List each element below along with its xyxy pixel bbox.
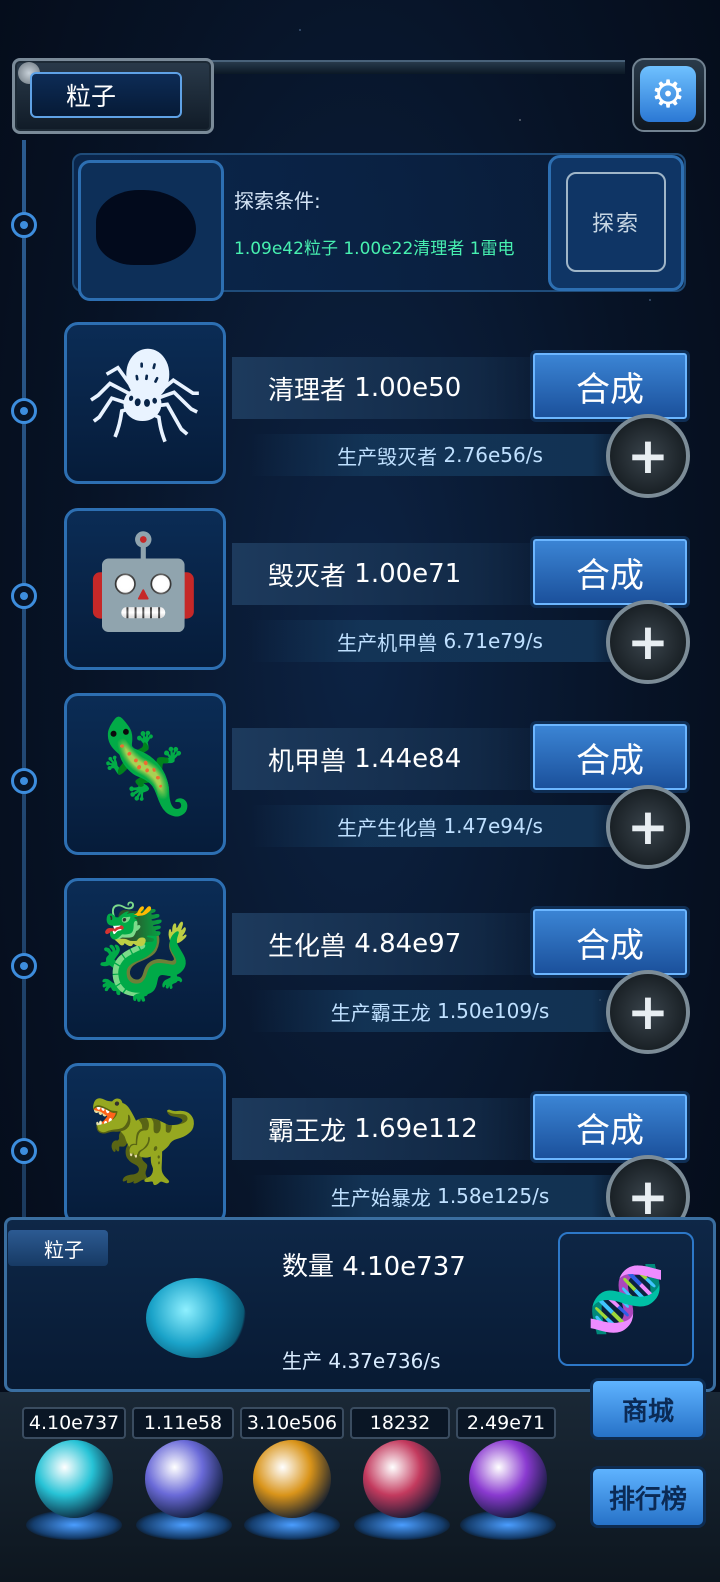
resource-value: 18232 — [350, 1407, 450, 1439]
top-rail — [205, 60, 625, 74]
rail-node — [11, 1138, 37, 1164]
rail-node — [11, 583, 37, 609]
production-rate: 1.50e109/s — [437, 999, 550, 1023]
resource-value: 4.10e737 — [22, 1407, 126, 1439]
rail-node — [11, 212, 37, 238]
synthesize-button[interactable]: 合成 — [530, 536, 690, 608]
creature-production: 生产毁灭者 2.76e56/s — [250, 434, 630, 476]
creature-name-bar: 清理者 1.00e50 — [232, 357, 562, 419]
dna-icon: 🧬 — [558, 1232, 694, 1366]
creature-name-bar: 生化兽 4.84e97 — [232, 913, 562, 975]
brain-orb-icon[interactable] — [363, 1440, 441, 1518]
creature-name-bar: 霸王龙 1.69e112 — [232, 1098, 562, 1160]
creature-portrait-icon: 🦎 — [86, 713, 201, 820]
production-label: 生产毁灭者 — [337, 444, 438, 469]
creature-amount: 1.44e84 — [354, 744, 462, 774]
shop-button[interactable]: 商城 — [590, 1378, 706, 1440]
creature-amount: 4.84e97 — [354, 929, 462, 959]
plus-icon[interactable]: + — [606, 414, 690, 498]
particle-count-value: 4.10e737 — [342, 1252, 466, 1282]
fire-orb-icon[interactable] — [253, 1440, 331, 1518]
particle-production-value: 4.37e736/s — [328, 1349, 441, 1373]
creature-production: 生产机甲兽 6.71e79/s — [250, 620, 630, 662]
production-rate: 2.76e56/s — [443, 443, 543, 467]
creature-name-bar: 机甲兽 1.44e84 — [232, 728, 562, 790]
creature-portrait-icon: 🦖 — [86, 1083, 201, 1190]
creature-name: 生化兽 — [268, 931, 347, 962]
rail-node — [11, 953, 37, 979]
rail-node — [11, 768, 37, 794]
particle-count-label: 数量 — [282, 1252, 335, 1282]
explore-button-label: 探索 — [591, 212, 640, 237]
creature-name: 清理者 — [268, 375, 347, 406]
unknown-creature-silhouette — [96, 190, 196, 265]
explore-condition: 1.09e42粒子 1.00e22清理者 1雷电 — [234, 239, 515, 259]
creature-portrait-icon: 🕷 — [86, 342, 203, 449]
particle-cluster-icon — [146, 1278, 246, 1358]
plus-icon[interactable]: + — [606, 970, 690, 1054]
creature-name: 机甲兽 — [268, 746, 347, 777]
plus-icon[interactable]: + — [606, 600, 690, 684]
production-label: 生产始暴龙 — [330, 1185, 431, 1210]
synthesize-button[interactable]: 合成 — [530, 1091, 690, 1163]
synthesize-button[interactable]: 合成 — [530, 350, 690, 422]
creature-production: 生产霸王龙 1.50e109/s — [250, 990, 630, 1032]
vortex-orb-icon[interactable] — [469, 1440, 547, 1518]
particle-orb-icon[interactable] — [35, 1440, 113, 1518]
creature-amount: 1.69e112 — [354, 1114, 478, 1144]
production-label: 生产机甲兽 — [337, 630, 438, 655]
plus-icon[interactable]: + — [606, 785, 690, 869]
resource-value: 1.11e58 — [132, 1407, 234, 1439]
ranking-button[interactable]: 排行榜 — [590, 1466, 706, 1528]
creature-portrait-icon: 🐉 — [86, 898, 201, 1005]
creature-name: 霸王龙 — [268, 1116, 347, 1147]
creature-portrait-icon: 🤖 — [86, 528, 201, 635]
creature-production: 生产始暴龙 1.58e125/s — [250, 1175, 630, 1217]
production-rate: 6.71e79/s — [443, 629, 543, 653]
creature-amount: 1.00e71 — [354, 559, 462, 589]
creature-name-bar: 毁灭者 1.00e71 — [232, 543, 562, 605]
synthesize-button[interactable]: 合成 — [530, 721, 690, 793]
resource-value: 3.10e506 — [240, 1407, 344, 1439]
production-rate: 1.58e125/s — [437, 1184, 550, 1208]
fingerprint-icon[interactable]: 探索 — [566, 172, 666, 272]
production-rate: 1.47e94/s — [443, 814, 543, 838]
particle-count: 数量 4.10e737 — [282, 1246, 466, 1283]
left-rail — [22, 140, 26, 1230]
synthesize-button[interactable]: 合成 — [530, 906, 690, 978]
lightning-orb-icon[interactable] — [145, 1440, 223, 1518]
creature-production: 生产生化兽 1.47e94/s — [250, 805, 630, 847]
particle-panel-tag: 粒子 — [8, 1230, 108, 1266]
rail-node — [11, 398, 37, 424]
gear-icon[interactable]: ⚙ — [640, 66, 696, 122]
production-label: 生产霸王龙 — [330, 1000, 431, 1025]
particle-production-label: 生产 — [282, 1349, 322, 1373]
production-label: 生产生化兽 — [337, 815, 438, 840]
creature-name: 毁灭者 — [268, 561, 347, 592]
explore-label: 探索条件: — [234, 189, 321, 213]
creature-amount: 1.00e50 — [354, 373, 462, 403]
resource-value: 2.49e71 — [456, 1407, 556, 1439]
particle-production: 生产 4.37e736/s — [282, 1345, 441, 1374]
page-title: 粒子 — [30, 72, 182, 118]
